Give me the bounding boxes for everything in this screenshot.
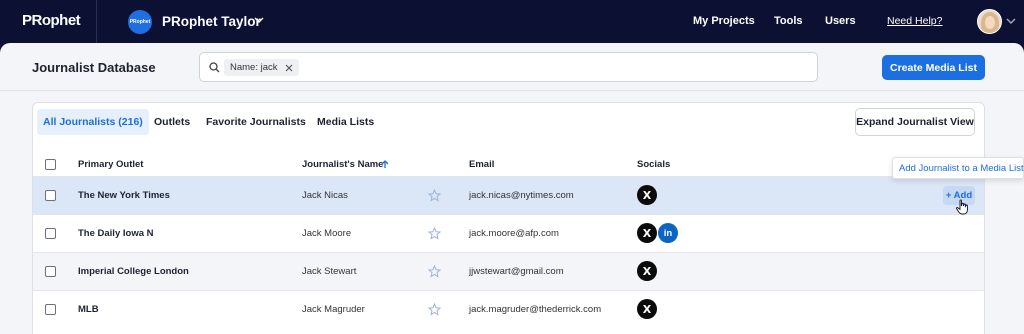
- chevron-down-icon[interactable]: [254, 15, 264, 25]
- expand-journalist-view-button[interactable]: Expand Journalist View: [855, 108, 975, 136]
- row-checkbox[interactable]: [45, 190, 56, 201]
- row-checkbox[interactable]: [45, 304, 56, 315]
- row-checkbox[interactable]: [45, 228, 56, 239]
- nav-users[interactable]: Users: [825, 15, 856, 27]
- select-all-checkbox[interactable]: [45, 159, 56, 170]
- need-help-link[interactable]: Need Help?: [887, 15, 942, 27]
- sort-ascending-icon[interactable]: [381, 160, 389, 169]
- tab-favorite-journalists[interactable]: Favorite Journalists: [200, 109, 312, 135]
- linkedin-social-icon[interactable]: in: [658, 223, 678, 243]
- top-navigation-bar: PRophet PRophet PRophet Taylor My Projec…: [0, 0, 1024, 43]
- chevron-down-icon[interactable]: [1006, 16, 1016, 26]
- nav-tools[interactable]: Tools: [774, 15, 803, 27]
- outlet-cell[interactable]: Imperial College London: [78, 266, 189, 277]
- x-social-icon[interactable]: X: [637, 299, 657, 319]
- column-header-outlet[interactable]: Primary Outlet: [78, 159, 143, 170]
- star-icon[interactable]: [428, 303, 441, 316]
- column-header-socials[interactable]: Socials: [637, 159, 670, 170]
- main-panel: Journalist Database Name: jack Create Me…: [0, 43, 1024, 334]
- email-cell[interactable]: jack.moore@afp.com: [469, 228, 559, 239]
- column-header-email[interactable]: Email: [469, 159, 494, 170]
- star-icon[interactable]: [428, 265, 441, 278]
- search-filter-chip[interactable]: Name: jack: [224, 59, 299, 76]
- star-icon[interactable]: [428, 189, 441, 202]
- create-media-list-button[interactable]: Create Media List: [882, 55, 985, 80]
- search-input[interactable]: Name: jack: [199, 52, 818, 82]
- name-cell[interactable]: Jack Magruder: [302, 304, 365, 315]
- star-icon[interactable]: [428, 227, 441, 240]
- table-row[interactable]: The New York Times Jack Nicas jack.nicas…: [33, 176, 984, 214]
- page-title: Journalist Database: [32, 60, 156, 75]
- hand-cursor-icon: [956, 199, 968, 215]
- email-cell[interactable]: jack.nicas@nytimes.com: [469, 190, 574, 201]
- journalist-table-card: All Journalists (216) Outlets Favorite J…: [32, 102, 985, 334]
- outlet-cell[interactable]: MLB: [78, 304, 99, 315]
- x-social-icon[interactable]: X: [637, 223, 657, 243]
- email-cell[interactable]: jjwstewart@gmail.com: [469, 266, 564, 277]
- x-social-icon[interactable]: X: [637, 261, 657, 281]
- nav-my-projects[interactable]: My Projects: [693, 15, 755, 27]
- table-row[interactable]: The Daily Iowa N Jack Moore jack.moore@a…: [33, 214, 984, 252]
- app-logo[interactable]: PRophet: [22, 12, 81, 29]
- email-cell[interactable]: jack.magruder@thederrick.com: [469, 304, 601, 315]
- user-avatar[interactable]: [977, 9, 1002, 34]
- search-icon: [209, 62, 220, 73]
- tab-outlets[interactable]: Outlets: [148, 109, 196, 135]
- x-social-icon[interactable]: X: [637, 185, 657, 205]
- close-icon[interactable]: [285, 64, 293, 72]
- tab-media-lists[interactable]: Media Lists: [311, 109, 380, 135]
- project-name[interactable]: PRophet Taylor: [162, 14, 261, 29]
- name-cell[interactable]: Jack Stewart: [302, 266, 356, 277]
- table-row[interactable]: Imperial College London Jack Stewart jjw…: [33, 252, 984, 290]
- outlet-cell[interactable]: The Daily Iowa N: [78, 228, 154, 239]
- project-avatar[interactable]: PRophet: [128, 10, 152, 34]
- add-to-list-tooltip: Add Journalist to a Media List: [892, 157, 1024, 179]
- search-filter-chip-label: Name: jack: [230, 62, 278, 73]
- row-checkbox[interactable]: [45, 266, 56, 277]
- outlet-cell[interactable]: The New York Times: [78, 190, 170, 201]
- tab-all-journalists[interactable]: All Journalists (216): [37, 109, 149, 135]
- name-cell[interactable]: Jack Moore: [302, 228, 351, 239]
- topbar-divider: [96, 0, 97, 43]
- page-header: Journalist Database Name: jack Create Me…: [0, 43, 1024, 91]
- table-row[interactable]: MLB Jack Magruder jack.magruder@thederri…: [33, 290, 984, 328]
- column-header-name[interactable]: Journalist's Name: [302, 159, 383, 170]
- name-cell[interactable]: Jack Nicas: [302, 190, 348, 201]
